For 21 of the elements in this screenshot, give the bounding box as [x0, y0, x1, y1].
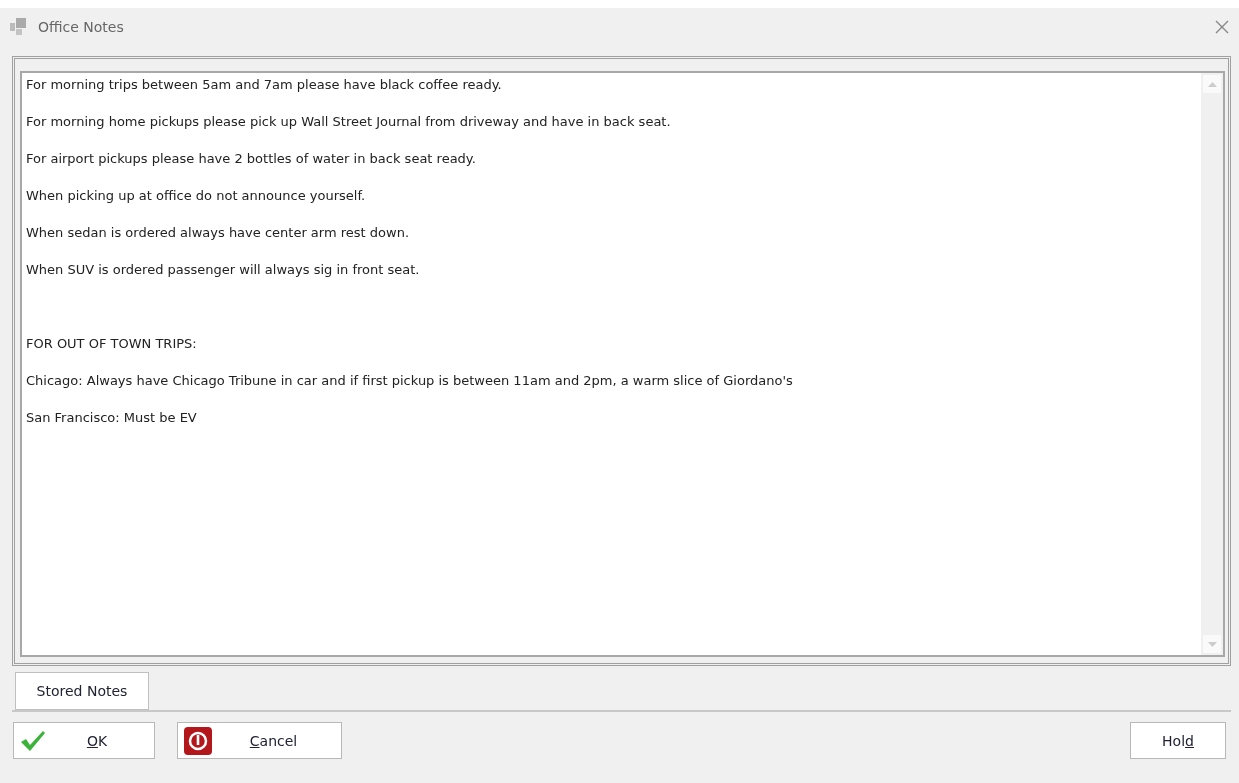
power-icon — [184, 726, 212, 755]
window-title: Office Notes — [38, 19, 125, 35]
hold-button[interactable]: Hold — [1130, 722, 1226, 759]
note-line: For airport pickups please have 2 bottles of water in back seat ready. — [26, 151, 476, 166]
note-line: San Francisco: Must be EV — [26, 410, 197, 425]
note-line: When SUV is ordered passenger will always sig in front seat. — [26, 262, 420, 277]
ok-button[interactable]: OK — [13, 722, 155, 759]
note-line: When picking up at office do not announce yourself. — [26, 188, 366, 203]
note-line: For morning home pickups please pick up Wall Street Journal from driveway and have in back seat. — [26, 114, 671, 129]
close-icon[interactable] — [1215, 20, 1229, 34]
note-line: When sedan is ordered always have center arm rest down. — [26, 225, 409, 240]
notes-text-area[interactable] — [20, 71, 1225, 657]
scroll-down-icon[interactable] — [1207, 641, 1217, 647]
cancel-button[interactable]: Cancel — [177, 722, 342, 759]
note-line: Chicago: Always have Chicago Tribune in car and if first pickup is between 11am and 2pm, a warm slice of Giordano's — [26, 373, 793, 388]
note-line: For morning trips between 5am and 7am please have black coffee ready. — [26, 77, 502, 92]
stored-notes-button[interactable]: Stored Notes — [15, 672, 149, 710]
checkmark-icon — [20, 729, 46, 752]
note-line: FOR OUT OF TOWN TRIPS: — [26, 336, 197, 351]
scrollbar[interactable] — [1201, 73, 1223, 655]
scroll-up-icon[interactable] — [1207, 81, 1217, 87]
